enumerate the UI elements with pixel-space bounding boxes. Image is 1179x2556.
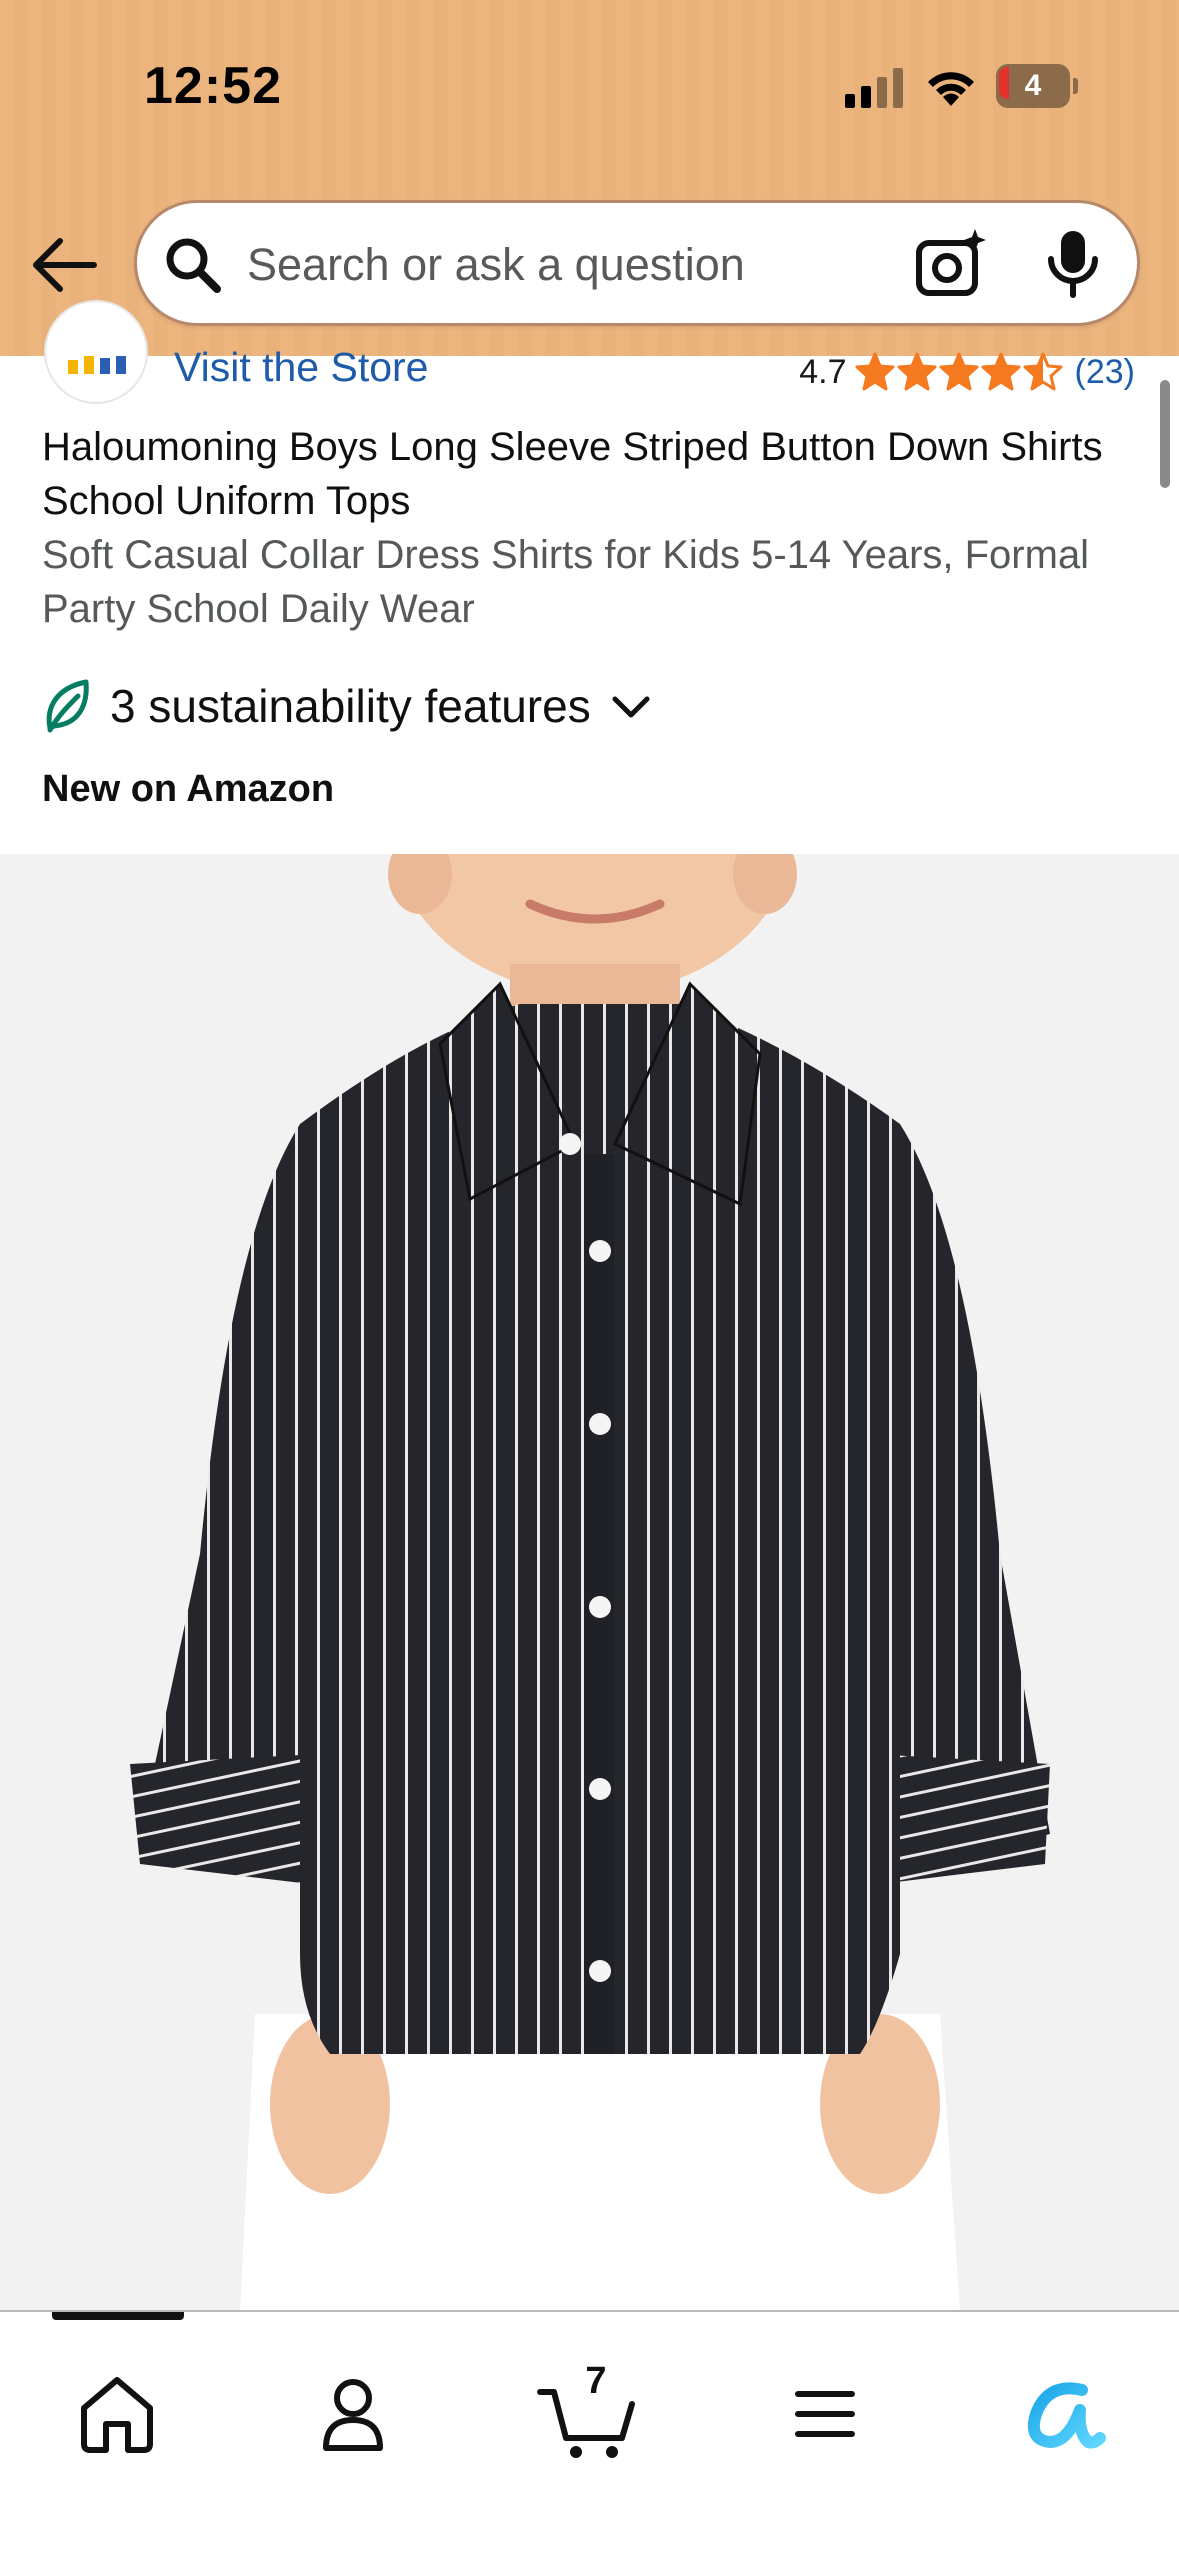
new-on-amazon-badge: New on Amazon <box>42 768 335 810</box>
cart-count-badge: 7 <box>585 2360 607 2402</box>
search-icon <box>166 238 221 293</box>
scrollbar[interactable] <box>1160 380 1170 488</box>
sustainability-label: 3 sustainability features <box>110 680 591 732</box>
rufus-ai-icon[interactable] <box>1004 2358 1114 2468</box>
product-image[interactable] <box>0 854 1179 2312</box>
camera-sparkle-icon[interactable] <box>913 227 991 301</box>
active-tab-indicator <box>52 2312 184 2320</box>
product-title: Haloumoning Boys Long Sleeve Striped But… <box>42 425 1103 523</box>
rating-stars <box>855 350 1065 394</box>
home-icon[interactable] <box>62 2358 172 2468</box>
star-icon <box>939 352 979 391</box>
status-time: 12:52 <box>144 57 282 115</box>
battery-icon: 4 <box>996 64 1078 108</box>
battery-level: 4 <box>1024 69 1042 102</box>
status-bar: 12:52 4 <box>0 0 1179 170</box>
cart-button[interactable]: 7 <box>532 2358 642 2468</box>
cellular-signal-icon <box>845 68 903 108</box>
rating-count[interactable]: (23) <box>1075 353 1135 392</box>
leaf-icon <box>46 679 89 733</box>
star-icon <box>981 352 1021 391</box>
microphone-icon[interactable] <box>1043 227 1103 301</box>
back-arrow-icon[interactable] <box>28 228 102 302</box>
person-icon[interactable] <box>298 2358 408 2468</box>
chevron-down-icon <box>612 696 650 718</box>
store-logo[interactable] <box>44 300 148 404</box>
star-icon <box>897 352 937 391</box>
visit-store-link[interactable]: Visit the Store <box>174 344 429 391</box>
search-input[interactable] <box>247 228 927 302</box>
wifi-icon <box>928 72 974 106</box>
sustainability-features-toggle[interactable]: 3 sustainability features <box>42 670 651 742</box>
top-header: 12:52 4 <box>0 0 1179 356</box>
star-icon <box>1023 352 1063 391</box>
bottom-navigation: 7 <box>0 2310 1179 2556</box>
product-subtitle: Soft Casual Collar Dress Shirts for Kids… <box>42 533 1090 631</box>
rating-summary[interactable]: 4.7 (23) <box>799 350 1135 394</box>
search-bar[interactable] <box>134 200 1140 326</box>
star-icon <box>855 352 895 391</box>
hamburger-menu-icon[interactable] <box>770 2358 880 2468</box>
rating-value: 4.7 <box>799 352 847 391</box>
product-photo-illustration <box>130 854 1050 2312</box>
